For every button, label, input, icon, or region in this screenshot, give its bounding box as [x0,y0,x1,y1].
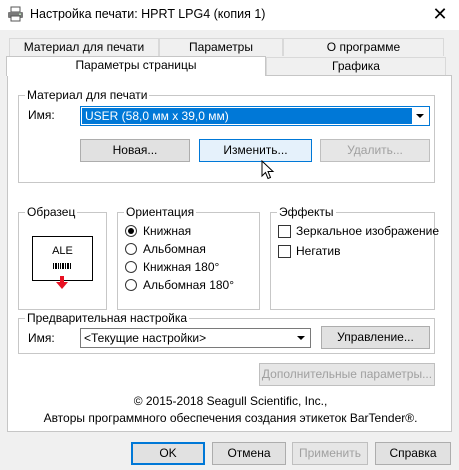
mirror-label[interactable]: Зеркальное изображение [296,224,439,238]
preset-name-select[interactable]: <Текущие настройки> [80,328,311,348]
printer-icon [7,6,24,22]
chevron-down-icon[interactable] [293,329,310,347]
feed-direction-arrow-icon [55,276,69,290]
delete-media-button[interactable]: Удалить... [320,139,430,162]
cancel-button[interactable]: Отмена [212,442,286,465]
barcode-icon [53,258,71,269]
authors-text: Авторы программного обеспечения создания… [43,411,418,425]
tab-page-setup[interactable]: Параметры страницы [6,56,266,76]
chevron-down-icon[interactable] [412,107,429,125]
preset-group-label: Предварительная настройка [25,311,190,325]
apply-button[interactable]: Применить [292,442,368,465]
radio-portrait-180[interactable] [125,261,137,273]
media-name-select[interactable]: USER (58,0 мм x 39,0 мм) [80,106,430,126]
manage-presets-button[interactable]: Управление... [321,326,430,349]
media-group: Материал для печати Имя: USER (58,0 мм x… [18,88,435,183]
edit-media-button[interactable]: Изменить... [199,139,312,162]
preset-name-label: Имя: [28,331,55,345]
copyright-text: © 2015-2018 Seagull Scientific, Inc., [133,394,328,408]
new-media-button[interactable]: Новая... [80,139,190,162]
preset-name-value: <Текущие настройки> [84,331,207,345]
radio-portrait[interactable] [125,225,137,237]
tab-graphics[interactable]: Графика [266,57,446,75]
print-setup-dialog: Материал для печати Параметры О программ… [0,30,459,470]
negative-label[interactable]: Негатив [296,244,340,258]
radio-landscape-180[interactable] [125,279,137,291]
orientation-group: Ориентация Книжная Альбомная Книжная 180… [117,205,260,310]
close-icon[interactable]: ✕ [422,1,458,28]
tab-panel-page-setup: Материал для печати Имя: USER (58,0 мм x… [7,75,452,432]
mirror-checkbox[interactable] [278,225,291,238]
tab-media[interactable]: Материал для печати [9,38,159,56]
landscape-label[interactable]: Альбомная [143,242,206,256]
orientation-group-label: Ориентация [124,205,197,219]
media-name-label: Имя: [28,108,55,122]
ok-button[interactable]: OK [131,442,205,465]
landscape-180-label[interactable]: Альбомная 180° [143,278,234,292]
media-name-value: USER (58,0 мм x 39,0 мм) [85,109,229,123]
effects-group-label: Эффекты [277,205,336,219]
sample-group: Образец ALE [18,205,107,310]
tab-about[interactable]: О программе [283,38,444,56]
portrait-180-label[interactable]: Книжная 180° [143,260,219,274]
title-bar: Настройка печати: HPRT LPG4 (копия 1) ✕ [0,0,459,30]
radio-landscape[interactable] [125,243,137,255]
tab-options[interactable]: Параметры [159,38,283,56]
negative-checkbox[interactable] [278,245,291,258]
sample-label-text: ALE [52,245,73,257]
help-button[interactable]: Справка [375,442,451,465]
preset-group: Предварительная настройка Имя: <Текущие … [18,311,435,354]
sample-label-preview: ALE [32,236,93,281]
effects-group: Эффекты Зеркальное изображение Негатив [270,205,439,310]
sample-group-label: Образец [25,205,78,219]
cursor-icon [261,159,275,180]
advanced-options-button[interactable]: Дополнительные параметры... [259,363,435,386]
portrait-label[interactable]: Книжная [143,224,191,238]
window-title: Настройка печати: HPRT LPG4 (копия 1) [30,7,266,21]
media-group-label: Материал для печати [25,88,150,102]
